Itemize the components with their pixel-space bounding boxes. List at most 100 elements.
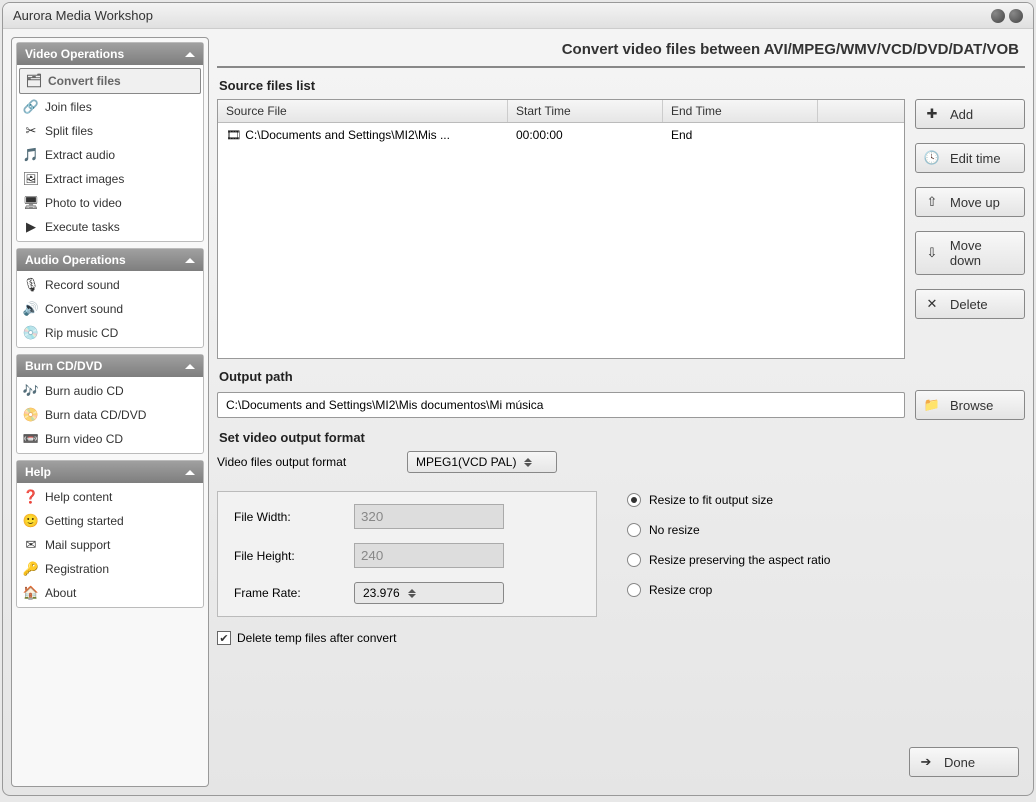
move-up-button[interactable]: ⇧Move up — [915, 187, 1025, 217]
size-group: File Width: File Height: Frame Rate: 23.… — [217, 491, 597, 617]
item-icon: ✉ — [23, 537, 39, 553]
sidebar-item-label: Record sound — [45, 278, 120, 292]
panel-header[interactable]: Audio Operations — [17, 249, 203, 271]
item-icon: 🎶 — [23, 383, 39, 399]
source-files-label: Source files list — [219, 78, 1025, 93]
sidebar-item-convert-files[interactable]: 🗂 Convert files — [19, 68, 201, 94]
sidebar-item-registration[interactable]: 🔑 Registration — [17, 557, 203, 581]
sidebar-panel: Burn CD/DVD 🎶 Burn audio CD 📀 Burn data CD/D… — [16, 354, 204, 454]
panel-header[interactable]: Burn CD/DVD — [17, 355, 203, 377]
item-icon: 🗂 — [26, 73, 42, 89]
sidebar-item-convert-sound[interactable]: 🔊Convert sound — [17, 297, 203, 321]
item-icon: ▶ — [23, 219, 39, 235]
item-icon: 📼 — [23, 431, 39, 447]
sidebar-item-label: Mail support — [45, 538, 110, 552]
sidebar-item-label: Execute tasks — [45, 220, 120, 234]
sidebar-item-label: Burn data CD/DVD — [45, 408, 146, 422]
delete-temp-checkbox[interactable]: ✔ Delete temp files after convert — [217, 631, 1025, 645]
delete-button[interactable]: ✕Delete — [915, 289, 1025, 319]
sidebar-item-label: Help content — [45, 490, 112, 504]
sidebar: Video Operations 🗂 Convert files 🔗 Join file… — [11, 37, 209, 787]
output-path-input[interactable] — [217, 392, 905, 418]
sidebar-item-photo-to-video[interactable]: 🖥 Photo to video — [17, 191, 203, 215]
folder-icon: 📁 — [924, 397, 940, 413]
resize-no-radio[interactable]: No resize — [627, 523, 830, 537]
chevron-up-icon — [185, 470, 195, 475]
x-icon: ✕ — [924, 296, 940, 312]
page-title: Convert video files between AVI/MPEG/WMV… — [217, 37, 1025, 68]
sidebar-item-label: Split files — [45, 124, 93, 138]
arrow-right-icon: ➔ — [918, 754, 934, 770]
sidebar-item-mail-support[interactable]: ✉ Mail support — [17, 533, 203, 557]
file-width-label: File Width: — [234, 510, 334, 524]
chevron-up-icon — [185, 258, 195, 263]
spinner-icon — [408, 589, 416, 598]
window-controls — [991, 9, 1023, 23]
add-button[interactable]: ✚Add — [915, 99, 1025, 129]
sidebar-item-burn-data-cd-dvd[interactable]: 📀 Burn data CD/DVD — [17, 403, 203, 427]
format-label: Set video output format — [219, 430, 1025, 445]
sidebar-item-about[interactable]: 🏠 About — [17, 581, 203, 605]
browse-button[interactable]: 📁Browse — [915, 390, 1025, 420]
file-width-input — [354, 504, 504, 529]
sidebar-item-execute-tasks[interactable]: ▶ Execute tasks — [17, 215, 203, 239]
move-down-button[interactable]: ⇩Move down — [915, 231, 1025, 275]
item-icon: 🔑 — [23, 561, 39, 577]
item-icon: 📀 — [23, 407, 39, 423]
done-button[interactable]: ➔Done — [909, 747, 1019, 777]
output-format-label: Video files output format — [217, 455, 387, 469]
panel-header[interactable]: Help — [17, 461, 203, 483]
sidebar-item-label: Extract images — [45, 172, 124, 186]
sidebar-item-label: Join files — [45, 100, 92, 114]
sidebar-panel: Video Operations 🗂 Convert files 🔗 Join file… — [16, 42, 204, 242]
chevron-up-icon — [185, 52, 195, 57]
edit-time-button[interactable]: 🕓Edit time — [915, 143, 1025, 173]
sidebar-item-record-sound[interactable]: 🎙Record sound — [17, 273, 203, 297]
sidebar-item-label: Registration — [45, 562, 109, 576]
sidebar-item-help-content[interactable]: ❓Help content — [17, 485, 203, 509]
app-window: Aurora Media Workshop Video Operations🗂C… — [2, 2, 1034, 796]
table-row[interactable]: 🎞C:\Documents and Settings\MI2\Mis ...00… — [218, 123, 904, 147]
main-panel: Convert video files between AVI/MPEG/WMV… — [217, 37, 1025, 787]
sidebar-item-label: Convert files — [48, 74, 121, 88]
sidebar-panel: Audio Operations🎙Record sound🔊Convert so… — [16, 248, 204, 348]
resize-fit-radio[interactable]: Resize to fit output size — [627, 493, 830, 507]
sidebar-item-label: Getting started — [45, 514, 124, 528]
sidebar-item-label: About — [45, 586, 76, 600]
resize-preserve-radio[interactable]: Resize preserving the aspect ratio — [627, 553, 830, 567]
item-icon: 🖥 — [23, 195, 39, 211]
col-end-time[interactable]: End Time — [663, 100, 818, 122]
output-format-select[interactable]: MPEG1(VCD PAL) — [407, 451, 557, 473]
resize-options: Resize to fit output size No resize Resi… — [627, 479, 830, 617]
sidebar-item-getting-started[interactable]: 🙂Getting started — [17, 509, 203, 533]
minimize-icon[interactable] — [991, 9, 1005, 23]
sidebar-item-extract-audio[interactable]: 🎵Extract audio — [17, 143, 203, 167]
chevron-up-icon — [185, 364, 195, 369]
item-icon: 🏠 — [23, 585, 39, 601]
spinner-icon — [524, 458, 532, 467]
sidebar-item-label: Extract audio — [45, 148, 115, 162]
sidebar-item-label: Photo to video — [45, 196, 122, 210]
sidebar-item-join-files[interactable]: 🔗 Join files — [17, 95, 203, 119]
frame-rate-select[interactable]: 23.976 — [354, 582, 504, 604]
item-icon: ✂ — [23, 123, 39, 139]
sidebar-item-burn-video-cd[interactable]: 📼Burn video CD — [17, 427, 203, 451]
arrow-up-icon: ⇧ — [924, 194, 940, 210]
frame-rate-label: Frame Rate: — [234, 586, 334, 600]
film-icon: 🎞 — [226, 128, 241, 142]
item-icon: 🔗 — [23, 99, 39, 115]
sidebar-item-burn-audio-cd[interactable]: 🎶 Burn audio CD — [17, 379, 203, 403]
checkbox-icon: ✔ — [217, 631, 231, 645]
resize-crop-radio[interactable]: Resize crop — [627, 583, 830, 597]
col-source-file[interactable]: Source File — [218, 100, 508, 122]
item-icon: 🖼 — [23, 171, 39, 187]
panel-header[interactable]: Video Operations — [17, 43, 203, 65]
col-start-time[interactable]: Start Time — [508, 100, 663, 122]
sidebar-item-extract-images[interactable]: 🖼 Extract images — [17, 167, 203, 191]
sidebar-item-rip-music-cd[interactable]: 💿Rip music CD — [17, 321, 203, 345]
close-icon[interactable] — [1009, 9, 1023, 23]
file-height-label: File Height: — [234, 549, 334, 563]
output-path-label: Output path — [219, 369, 1025, 384]
sidebar-item-label: Burn audio CD — [45, 384, 124, 398]
sidebar-item-split-files[interactable]: ✂ Split files — [17, 119, 203, 143]
